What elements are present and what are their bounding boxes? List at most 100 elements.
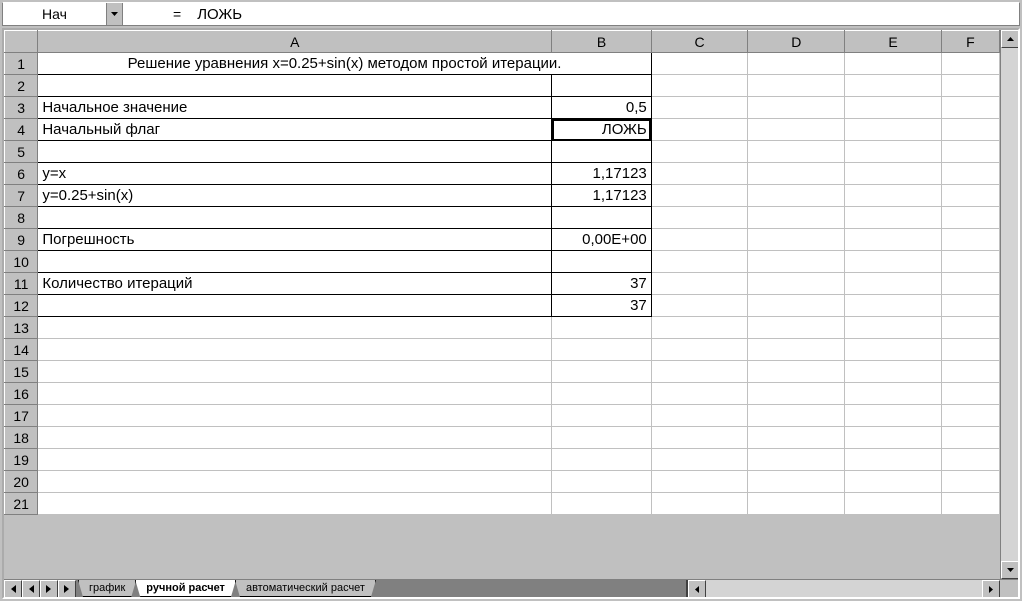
row-header-5[interactable]: 5 (5, 141, 38, 163)
cell-C8[interactable] (651, 207, 748, 229)
cell-F21[interactable] (941, 493, 999, 515)
cell-C1[interactable] (651, 53, 748, 75)
col-header-A[interactable]: A (38, 31, 552, 53)
cell-C2[interactable] (651, 75, 748, 97)
sheet-tab-2[interactable]: автоматический расчет (235, 580, 376, 597)
formula-input[interactable]: ЛОЖЬ (191, 6, 1019, 23)
cell-F10[interactable] (941, 251, 999, 273)
cell-B18[interactable] (552, 427, 652, 449)
cell-A6[interactable]: y=x (38, 163, 552, 185)
cell-B14[interactable] (552, 339, 652, 361)
cell-D9[interactable] (748, 229, 845, 251)
cell-F16[interactable] (941, 383, 999, 405)
cell-D13[interactable] (748, 317, 845, 339)
cell-F5[interactable] (941, 141, 999, 163)
cell-A1[interactable]: Решение уравнения x=0.25+sin(x) методом … (38, 53, 651, 75)
cell-F20[interactable] (941, 471, 999, 493)
cell-D7[interactable] (748, 185, 845, 207)
cell-A4[interactable]: Начальный флаг (38, 119, 552, 141)
cell-E17[interactable] (845, 405, 942, 427)
cell-E18[interactable] (845, 427, 942, 449)
cell-E12[interactable] (845, 295, 942, 317)
cell-A13[interactable] (38, 317, 552, 339)
row-header-16[interactable]: 16 (5, 383, 38, 405)
cell-E8[interactable] (845, 207, 942, 229)
vertical-scrollbar[interactable] (1000, 30, 1018, 579)
scroll-right-button[interactable] (982, 580, 1000, 598)
cell-E5[interactable] (845, 141, 942, 163)
cell-C15[interactable] (651, 361, 748, 383)
row-header-10[interactable]: 10 (5, 251, 38, 273)
scroll-down-button[interactable] (1001, 561, 1018, 579)
cell-C12[interactable] (651, 295, 748, 317)
row-header-1[interactable]: 1 (5, 53, 38, 75)
cell-C21[interactable] (651, 493, 748, 515)
cell-A15[interactable] (38, 361, 552, 383)
tab-next-button[interactable] (40, 580, 58, 598)
cell-B9[interactable]: 0,00E+00 (552, 229, 652, 251)
cell-F18[interactable] (941, 427, 999, 449)
row-header-4[interactable]: 4 (5, 119, 38, 141)
cell-B5[interactable] (552, 141, 652, 163)
cell-D1[interactable] (748, 53, 845, 75)
row-header-6[interactable]: 6 (5, 163, 38, 185)
cell-D14[interactable] (748, 339, 845, 361)
cell-A14[interactable] (38, 339, 552, 361)
cell-A21[interactable] (38, 493, 552, 515)
cell-A10[interactable] (38, 251, 552, 273)
cell-D6[interactable] (748, 163, 845, 185)
scroll-up-button[interactable] (1001, 30, 1018, 48)
cell-A19[interactable] (38, 449, 552, 471)
cell-E21[interactable] (845, 493, 942, 515)
cell-A17[interactable] (38, 405, 552, 427)
tab-prev-button[interactable] (22, 580, 40, 598)
cell-A8[interactable] (38, 207, 552, 229)
row-header-3[interactable]: 3 (5, 97, 38, 119)
cell-E7[interactable] (845, 185, 942, 207)
cell-D5[interactable] (748, 141, 845, 163)
cell-D17[interactable] (748, 405, 845, 427)
cell-E14[interactable] (845, 339, 942, 361)
cell-B19[interactable] (552, 449, 652, 471)
cell-C17[interactable] (651, 405, 748, 427)
name-box-dropdown[interactable] (106, 3, 122, 25)
cell-C5[interactable] (651, 141, 748, 163)
row-header-7[interactable]: 7 (5, 185, 38, 207)
row-header-13[interactable]: 13 (5, 317, 38, 339)
cell-C19[interactable] (651, 449, 748, 471)
cell-F4[interactable] (941, 119, 999, 141)
cell-C10[interactable] (651, 251, 748, 273)
sheet-tab-1[interactable]: ручной расчет (135, 580, 236, 597)
cell-A2[interactable] (38, 75, 552, 97)
cell-B16[interactable] (552, 383, 652, 405)
cell-B12[interactable]: 37 (552, 295, 652, 317)
cell-E16[interactable] (845, 383, 942, 405)
cell-F1[interactable] (941, 53, 999, 75)
col-header-E[interactable]: E (845, 31, 942, 53)
cell-C6[interactable] (651, 163, 748, 185)
cell-B2[interactable] (552, 75, 652, 97)
cell-D8[interactable] (748, 207, 845, 229)
row-header-17[interactable]: 17 (5, 405, 38, 427)
col-header-D[interactable]: D (748, 31, 845, 53)
row-header-20[interactable]: 20 (5, 471, 38, 493)
cell-A12[interactable] (38, 295, 552, 317)
cell-B20[interactable] (552, 471, 652, 493)
cell-A5[interactable] (38, 141, 552, 163)
cell-D4[interactable] (748, 119, 845, 141)
cell-F2[interactable] (941, 75, 999, 97)
cell-B15[interactable] (552, 361, 652, 383)
cell-D19[interactable] (748, 449, 845, 471)
cell-A9[interactable]: Погрешность (38, 229, 552, 251)
cell-E15[interactable] (845, 361, 942, 383)
cell-D12[interactable] (748, 295, 845, 317)
cell-E4[interactable] (845, 119, 942, 141)
row-header-14[interactable]: 14 (5, 339, 38, 361)
sheet-tab-0[interactable]: график (78, 580, 136, 597)
cell-E20[interactable] (845, 471, 942, 493)
cell-E19[interactable] (845, 449, 942, 471)
cell-C18[interactable] (651, 427, 748, 449)
tab-last-button[interactable] (58, 580, 76, 598)
col-header-B[interactable]: B (552, 31, 652, 53)
scroll-left-button[interactable] (688, 580, 706, 598)
